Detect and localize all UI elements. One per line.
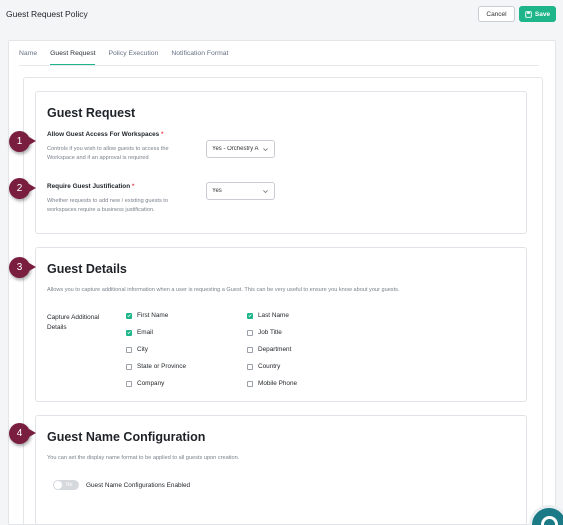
guest-name-card: Guest Name Configuration You can set the… — [35, 415, 527, 525]
save-button-label: Save — [534, 10, 551, 18]
callout-badge-3: 3 — [9, 257, 36, 278]
tab-policy-execution[interactable]: Policy Execution — [108, 49, 158, 65]
guest-name-toggle-label: Guest Name Configurations Enabled — [86, 482, 191, 489]
toggle-knob — [54, 481, 62, 489]
require-justification-help: Whether requests to add new / existing g… — [47, 197, 168, 214]
checkbox-label: Last Name — [258, 312, 289, 319]
capture-field-option[interactable]: State or Province — [126, 363, 186, 370]
allow-guest-access-select[interactable]: Yes - Orchestry A — [206, 140, 275, 158]
checkbox[interactable] — [126, 346, 132, 353]
checkbox-label: Job Title — [258, 329, 282, 336]
checkbox[interactable] — [247, 346, 253, 353]
checkbox-label: First Name — [137, 312, 169, 319]
guest-name-title: Guest Name Configuration — [47, 430, 206, 444]
tab-notification-format[interactable]: Notification Format — [171, 49, 228, 65]
capture-field-option[interactable]: Country — [247, 363, 280, 370]
require-justification-select[interactable]: Yes — [206, 182, 275, 200]
tab-name[interactable]: Name — [19, 49, 37, 65]
guest-request-title: Guest Request — [47, 106, 136, 120]
checkbox-label: Email — [137, 329, 153, 336]
capture-field-option[interactable]: City — [126, 346, 148, 353]
required-mark: * — [131, 183, 135, 190]
checkbox-label: Department — [258, 346, 292, 353]
capture-field-option[interactable]: Company — [126, 380, 164, 387]
checkbox[interactable] — [126, 380, 132, 387]
save-button[interactable]: Save — [519, 6, 556, 22]
guest-request-card: Guest Request Allow Guest Access For Wor… — [35, 91, 527, 234]
tab-guest-request[interactable]: Guest Request — [50, 49, 96, 65]
checkbox[interactable] — [247, 380, 253, 387]
guest-name-toggle[interactable]: No — [53, 480, 79, 490]
check-icon — [248, 314, 252, 318]
cancel-button[interactable]: Cancel — [478, 6, 515, 22]
callout-badge-4: 4 — [9, 423, 36, 444]
tab-bar: Name Guest Request Policy Execution Noti… — [19, 49, 241, 65]
toggle-state-text: No — [66, 482, 73, 488]
capture-field-option[interactable]: Email — [126, 329, 153, 336]
require-justification-label-text: Require Guest Justification — [47, 183, 131, 190]
capture-details-label-line: Capture Additional — [47, 314, 100, 321]
checkbox-label: Mobile Phone — [258, 380, 298, 387]
checkbox[interactable] — [247, 329, 253, 336]
tab-divider — [19, 65, 539, 66]
capture-field-option[interactable]: Last Name — [247, 312, 289, 319]
allow-guest-access-label: Allow Guest Access For Workspaces * — [47, 131, 164, 138]
help-widget-icon — [541, 516, 558, 525]
chevron-down-icon — [263, 148, 268, 152]
capture-field-option[interactable]: First Name — [126, 312, 168, 319]
check-icon — [127, 331, 131, 335]
guest-details-description: Allows you to capture additional informa… — [47, 287, 400, 293]
checkbox[interactable] — [247, 312, 253, 319]
checkbox[interactable] — [126, 363, 132, 370]
save-icon — [525, 10, 532, 18]
checkbox[interactable] — [247, 363, 253, 370]
guest-details-title: Guest Details — [47, 262, 127, 276]
checkbox[interactable] — [126, 312, 132, 319]
capture-field-option[interactable]: Mobile Phone — [247, 380, 297, 387]
check-icon — [127, 314, 131, 318]
checkbox-label: City — [137, 346, 149, 353]
require-justification-value: Yes — [212, 188, 222, 194]
help-line: Controls if you wish to allow guests to … — [47, 146, 169, 152]
require-justification-label: Require Guest Justification * — [47, 183, 134, 190]
capture-field-option[interactable]: Department — [247, 346, 291, 353]
help-line: workspaces require a business justificat… — [47, 206, 155, 213]
page-title: Guest Request Policy — [6, 9, 88, 19]
capture-field-option[interactable]: Job Title — [247, 329, 282, 336]
checkbox[interactable] — [126, 329, 132, 336]
allow-guest-access-label-text: Allow Guest Access For Workspaces — [47, 131, 160, 138]
help-line: Whether requests to add new / existing g… — [47, 198, 168, 204]
callout-badge-1: 1 — [9, 131, 36, 152]
capture-details-label-line: Details — [47, 324, 67, 331]
guest-name-description: You can set the display name format to b… — [47, 455, 240, 461]
guest-details-card: Guest Details Allows you to capture addi… — [35, 247, 527, 402]
checkbox-label: State or Province — [137, 363, 187, 370]
help-line: Workspace and if an approval is required — [47, 154, 149, 161]
allow-guest-access-value: Yes - Orchestry A — [212, 146, 259, 152]
allow-guest-access-help: Controls if you wish to allow guests to … — [47, 145, 169, 162]
checkbox-label: Country — [258, 363, 281, 370]
required-mark: * — [161, 131, 164, 138]
checkbox-label: Company — [137, 380, 165, 387]
chevron-down-icon — [263, 190, 268, 194]
capture-details-label: Capture Additional Details — [47, 313, 99, 333]
callout-badge-2: 2 — [9, 178, 36, 199]
top-bar: Guest Request Policy Cancel Save — [0, 0, 563, 30]
